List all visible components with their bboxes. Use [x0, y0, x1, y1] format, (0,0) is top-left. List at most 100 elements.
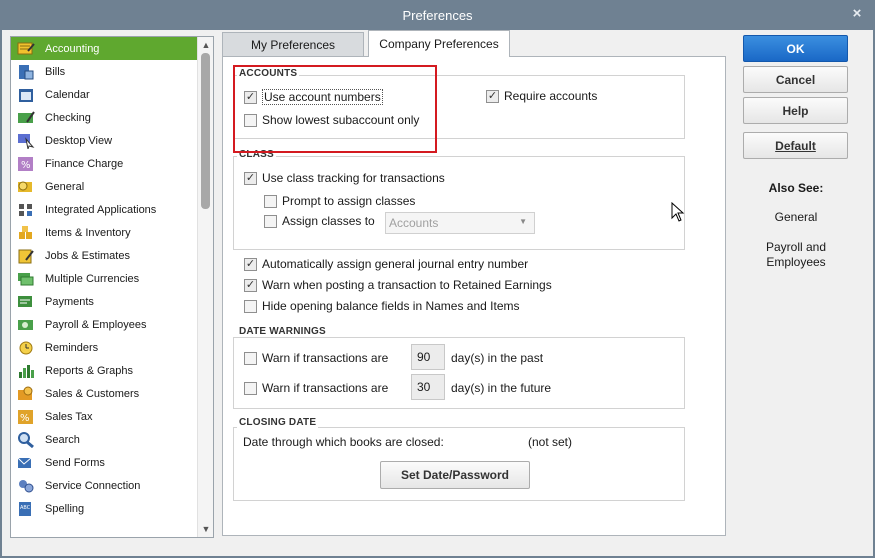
show-lowest-subaccount-checkbox[interactable]: Show lowest subaccount only [244, 113, 419, 127]
sidebar-item-multiple-currencies[interactable]: Multiple Currencies [11, 267, 198, 290]
desktop-view-icon [15, 131, 37, 151]
prompt-assign-classes-label: Prompt to assign classes [282, 194, 416, 208]
sidebar-item-search[interactable]: Search [11, 428, 198, 451]
sidebar-item-label: Checking [45, 111, 91, 124]
show-lowest-subaccount-box [244, 113, 257, 127]
closing-date-label: Date through which books are closed: [243, 435, 444, 449]
assign-classes-to-dropdown[interactable]: Accounts ▼ [385, 212, 535, 234]
warn-retained-earnings-checkbox[interactable]: ✓ Warn when posting a transaction to Ret… [244, 278, 552, 292]
sidebar-item-checking[interactable]: Checking [11, 106, 198, 129]
sales-tax-icon: % [15, 407, 37, 427]
sidebar-item-label: Multiple Currencies [45, 272, 140, 285]
sidebar-item-label: Sales Tax [45, 410, 93, 423]
also-see-title: Also See: [768, 181, 824, 195]
sidebar-item-spelling[interactable]: ABC Spelling [11, 497, 198, 520]
chevron-down-icon: ▼ [519, 217, 527, 226]
send-forms-icon [15, 453, 37, 473]
sidebar-item-label: Items & Inventory [45, 226, 131, 239]
items-inventory-icon [15, 223, 37, 243]
scroll-down-arrow-icon[interactable]: ▼ [198, 521, 213, 537]
sidebar-item-jobs-estimates[interactable]: Jobs & Estimates [11, 244, 198, 267]
sidebar-item-sales-tax[interactable]: % Sales Tax [11, 405, 198, 428]
warn-future-checkbox[interactable]: Warn if transactions are [244, 381, 388, 395]
sidebar-item-label: Service Connection [45, 479, 141, 492]
sidebar-item-reminders[interactable]: Reminders [11, 336, 198, 359]
mouse-pointer-icon [671, 202, 685, 222]
use-class-tracking-checkbox[interactable]: ✓ Use class tracking for transactions [244, 171, 445, 185]
use-account-numbers-label: Use account numbers [262, 89, 383, 105]
use-class-tracking-label: Use class tracking for transactions [262, 171, 445, 185]
ok-button[interactable]: OK [743, 35, 848, 62]
sidebar-item-label: Reminders [45, 341, 99, 354]
sidebar-item-reports-graphs[interactable]: Reports & Graphs [11, 359, 198, 382]
sidebar-scrollbar[interactable]: ▲ ▼ [197, 37, 213, 537]
help-button[interactable]: Help [743, 97, 848, 124]
also-see-payroll-link[interactable]: Payroll and Employees [742, 240, 850, 270]
accounting-icon [15, 39, 37, 59]
sidebar-item-label: Calendar [45, 88, 90, 101]
sidebar-item-finance-charge[interactable]: % Finance Charge [11, 152, 198, 175]
tab-company-preferences-label: Company Preferences [379, 37, 499, 51]
sidebar-item-label: Reports & Graphs [45, 364, 134, 377]
prompt-assign-classes-checkbox[interactable]: Prompt to assign classes [264, 194, 415, 208]
scrollbar-thumb[interactable] [201, 53, 210, 209]
sidebar-item-payments[interactable]: Payments [11, 290, 198, 313]
sidebar-item-bills[interactable]: Bills [11, 60, 198, 83]
sidebar-item-accounting[interactable]: Accounting [11, 37, 198, 60]
use-account-numbers-checkbox[interactable]: ✓ Use account numbers [244, 89, 383, 105]
sidebar-item-label: Sales & Customers [45, 387, 140, 400]
assign-classes-to-box [264, 214, 277, 228]
hide-opening-balance-checkbox[interactable]: Hide opening balance fields in Names and… [244, 299, 519, 313]
jobs-estimates-icon [15, 246, 37, 266]
sidebar-item-desktop-view[interactable]: Desktop View [11, 129, 198, 152]
use-account-numbers-check-icon: ✓ [244, 90, 257, 104]
finance-charge-icon: % [15, 154, 37, 174]
spelling-icon: ABC [15, 499, 37, 519]
show-lowest-subaccount-label: Show lowest subaccount only [262, 113, 420, 127]
sidebar-item-items-inventory[interactable]: Items & Inventory [11, 221, 198, 244]
assign-classes-to-value: Accounts [389, 216, 439, 230]
sidebar-item-send-forms[interactable]: Send Forms [11, 451, 198, 474]
category-items: Accounting Bills Calendar Checking Desktop V… [11, 37, 198, 520]
warn-past-label: Warn if transactions are [262, 351, 389, 365]
sidebar-item-integrated-applications[interactable]: Integrated Applications [11, 198, 198, 221]
future-days-suffix: day(s) in the future [451, 381, 552, 395]
close-icon[interactable]: × [849, 6, 865, 22]
cancel-button[interactable]: Cancel [743, 66, 848, 93]
multiple-currencies-icon [15, 269, 37, 289]
set-date-password-button[interactable]: Set Date/Password [380, 461, 530, 489]
date-warnings-group-title: DATE WARNINGS [237, 326, 328, 337]
scroll-up-arrow-icon[interactable]: ▲ [198, 37, 213, 53]
tab-company-preferences[interactable]: Company Preferences [368, 30, 510, 57]
sidebar-item-label: Finance Charge [45, 157, 124, 170]
sidebar-item-payroll-employees[interactable]: Payroll & Employees [11, 313, 198, 336]
tab-my-preferences[interactable]: My Preferences [222, 32, 364, 56]
also-see-general-link[interactable]: General [742, 210, 850, 224]
sidebar-item-service-connection[interactable]: Service Connection [11, 474, 198, 497]
default-button[interactable]: Default [743, 132, 848, 159]
payments-icon [15, 292, 37, 312]
date-warnings-group [233, 337, 685, 409]
sidebar-item-label: Jobs & Estimates [45, 249, 130, 262]
warn-retained-earnings-label: Warn when posting a transaction to Retai… [262, 278, 552, 292]
warn-past-checkbox[interactable]: Warn if transactions are [244, 351, 388, 365]
sidebar-item-calendar[interactable]: Calendar [11, 83, 198, 106]
class-group-title: CLASS [237, 149, 276, 160]
past-days-suffix: day(s) in the past [451, 351, 544, 365]
auto-journal-number-checkbox[interactable]: ✓ Automatically assign general journal e… [244, 257, 528, 271]
assign-classes-to-label: Assign classes to [282, 214, 375, 228]
assign-classes-to-checkbox[interactable]: Assign classes to [264, 214, 375, 228]
sidebar-item-general[interactable]: General [11, 175, 198, 198]
future-days-input[interactable]: 30 [411, 374, 445, 400]
preferences-window: Preferences × Accounting Bills Calendar Che… [0, 0, 875, 558]
auto-journal-number-check-icon: ✓ [244, 257, 257, 271]
svg-text:%: % [20, 413, 30, 424]
sidebar-item-sales-customers[interactable]: Sales & Customers [11, 382, 198, 405]
require-accounts-checkbox[interactable]: ✓ Require accounts [486, 89, 597, 103]
tab-my-preferences-label: My Preferences [250, 37, 336, 52]
warn-future-box [244, 381, 257, 395]
sidebar-item-label: Search [45, 433, 80, 446]
past-days-input[interactable]: 90 [411, 344, 445, 370]
closing-date-group-title: CLOSING DATE [237, 417, 319, 428]
reminders-icon [15, 338, 37, 358]
